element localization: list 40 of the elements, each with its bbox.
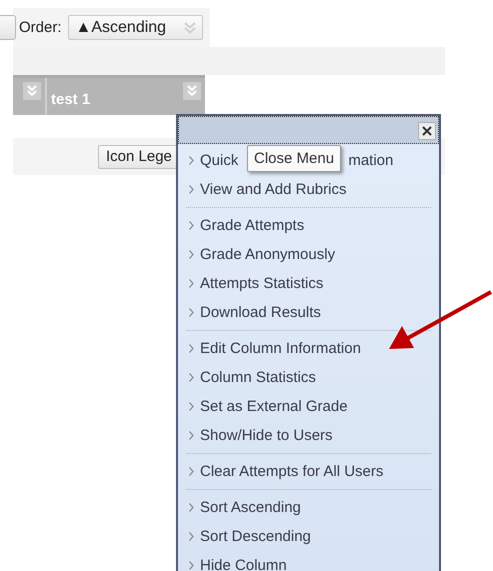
chevron-icon [189, 561, 194, 570]
menu-item[interactable]: Sort Descending [178, 522, 311, 551]
menu-item[interactable]: Sort Ascending [178, 493, 301, 522]
icon-legend-button[interactable]: Icon Lege [98, 144, 178, 168]
chevron-icon [189, 185, 194, 194]
menu-item[interactable]: Clear Attempts for All Users [178, 457, 384, 486]
menu-item[interactable]: Grade Anonymously [178, 240, 336, 269]
menu-item[interactable]: Download Results [178, 298, 321, 327]
chevron-icon [189, 221, 194, 230]
menu-item[interactable]: Set as External Grade [178, 392, 348, 421]
column-title: test 1 [51, 91, 90, 108]
close-button[interactable] [418, 122, 436, 140]
menu-item[interactable]: Attempts Statistics [178, 269, 324, 298]
column-menu-icon[interactable] [23, 82, 41, 100]
chevron-icon [189, 503, 194, 512]
menu-item[interactable]: Hide Column [178, 551, 287, 571]
menu-item[interactable]: Edit Column Information [178, 334, 361, 363]
chevron-icon [182, 20, 198, 36]
menu-item[interactable]: mation [348, 152, 394, 169]
menu-item[interactable]: Grade Attempts [178, 211, 304, 240]
close-icon [422, 126, 432, 136]
chevron-icon [189, 308, 194, 317]
chevron-icon [189, 532, 194, 541]
chevron-icon [189, 373, 194, 382]
chevron-icon [189, 402, 194, 411]
chevron-icon [189, 250, 194, 259]
menu-item[interactable]: Column Statistics [178, 363, 316, 392]
chevron-icon [189, 467, 194, 476]
chevron-icon [189, 279, 194, 288]
toolbar-button[interactable] [0, 15, 16, 40]
menu-item[interactable]: Show/Hide to Users [178, 421, 333, 450]
chevron-icon [189, 431, 194, 440]
order-label: Order: [19, 19, 62, 36]
tooltip: Close Menu [247, 145, 342, 172]
menu-item[interactable]: View and Add Rubrics [178, 175, 346, 204]
column-menu-icon[interactable] [183, 82, 201, 100]
menu-item[interactable]: Quick [200, 152, 238, 169]
chevron-icon [189, 156, 194, 165]
chevron-icon [189, 344, 194, 353]
order-select[interactable]: ▲Ascending [68, 15, 203, 40]
